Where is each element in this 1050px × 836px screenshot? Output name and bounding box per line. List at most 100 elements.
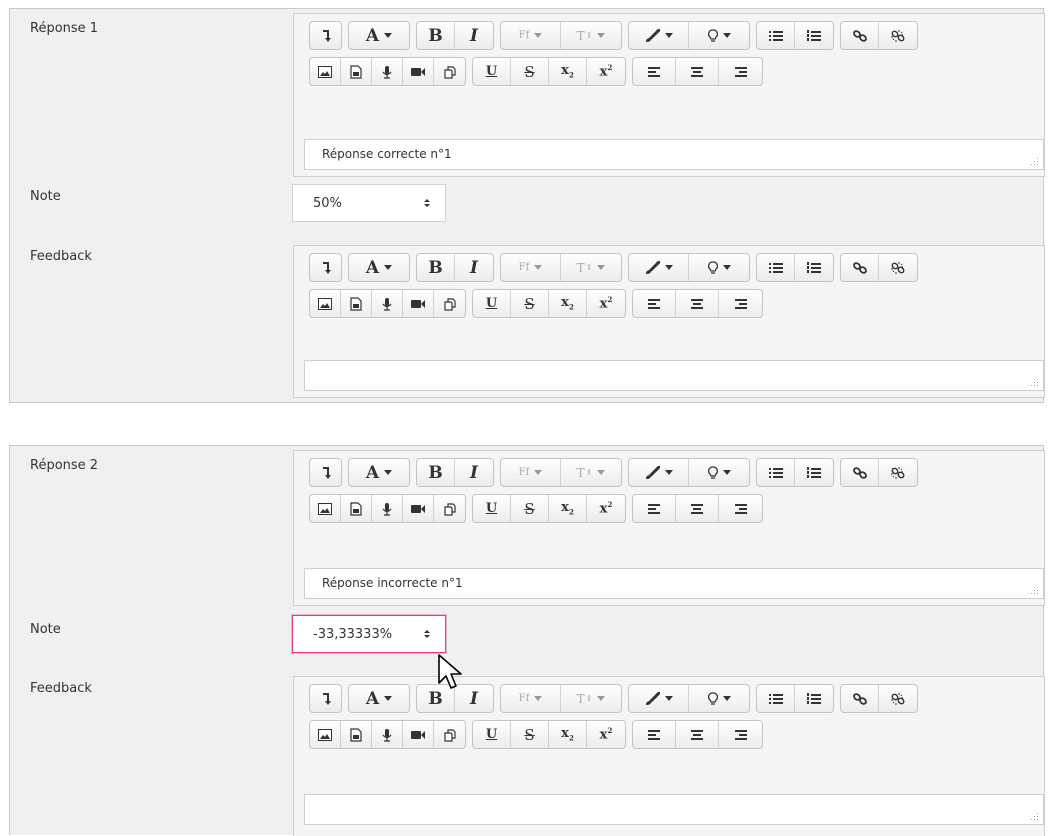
- style-button[interactable]: [629, 459, 689, 486]
- strikethrough-button[interactable]: S: [511, 290, 549, 317]
- unordered-list-button[interactable]: [757, 22, 795, 49]
- align-right-button[interactable]: [719, 721, 762, 748]
- superscript-button[interactable]: x2: [587, 721, 625, 748]
- unordered-list-button[interactable]: [757, 459, 795, 486]
- bold-button[interactable]: B: [417, 254, 455, 281]
- collapse-button[interactable]: [310, 685, 341, 712]
- grade-select[interactable]: -33,33333%: [292, 615, 446, 653]
- font-size-button[interactable]: T ⇕: [561, 459, 621, 486]
- underline-button[interactable]: U: [473, 58, 511, 85]
- manage-files-button[interactable]: [434, 58, 465, 85]
- subscript-button[interactable]: x2: [549, 495, 587, 522]
- resize-grip-icon[interactable]: [1030, 812, 1039, 821]
- collapse-button[interactable]: [310, 22, 341, 49]
- link-button[interactable]: [841, 685, 879, 712]
- image-button[interactable]: [310, 290, 341, 317]
- record-audio-button[interactable]: [372, 495, 403, 522]
- style-button[interactable]: [629, 254, 689, 281]
- font-color-button[interactable]: A: [349, 459, 409, 486]
- font-family-button[interactable]: Ff: [501, 22, 561, 49]
- resize-grip-icon[interactable]: [1030, 586, 1039, 595]
- superscript-button[interactable]: x2: [587, 290, 625, 317]
- font-family-button[interactable]: Ff: [501, 685, 561, 712]
- image-button[interactable]: [310, 721, 341, 748]
- font-color-button[interactable]: A: [349, 254, 409, 281]
- media-button[interactable]: [341, 721, 372, 748]
- record-audio-button[interactable]: [372, 290, 403, 317]
- ordered-list-button[interactable]: [795, 685, 833, 712]
- grade-select[interactable]: 50%: [292, 184, 446, 222]
- bold-button[interactable]: B: [417, 459, 455, 486]
- tip-button[interactable]: [689, 685, 749, 712]
- image-button[interactable]: [310, 58, 341, 85]
- font-size-button[interactable]: T ⇕: [561, 22, 621, 49]
- media-button[interactable]: [341, 58, 372, 85]
- answer-text-area[interactable]: Réponse incorrecte n°1: [304, 568, 1044, 599]
- align-left-button[interactable]: [633, 290, 676, 317]
- image-button[interactable]: [310, 495, 341, 522]
- align-center-button[interactable]: [676, 495, 719, 522]
- underline-button[interactable]: U: [473, 721, 511, 748]
- link-button[interactable]: [841, 254, 879, 281]
- align-center-button[interactable]: [676, 58, 719, 85]
- style-button[interactable]: [629, 22, 689, 49]
- align-left-button[interactable]: [633, 721, 676, 748]
- tip-button[interactable]: [689, 254, 749, 281]
- record-video-button[interactable]: [403, 721, 434, 748]
- feedback-text-area[interactable]: [304, 360, 1044, 391]
- superscript-button[interactable]: x2: [587, 58, 625, 85]
- strikethrough-button[interactable]: S: [511, 58, 549, 85]
- link-button[interactable]: [841, 22, 879, 49]
- strikethrough-button[interactable]: S: [511, 495, 549, 522]
- style-button[interactable]: [629, 685, 689, 712]
- italic-button[interactable]: I: [455, 459, 493, 486]
- ordered-list-button[interactable]: [795, 459, 833, 486]
- record-video-button[interactable]: [403, 495, 434, 522]
- align-center-button[interactable]: [676, 721, 719, 748]
- align-center-button[interactable]: [676, 290, 719, 317]
- strikethrough-button[interactable]: S: [511, 721, 549, 748]
- record-audio-button[interactable]: [372, 58, 403, 85]
- align-right-button[interactable]: [719, 495, 762, 522]
- link-button[interactable]: [841, 459, 879, 486]
- font-family-button[interactable]: Ff: [501, 254, 561, 281]
- unlink-button[interactable]: [879, 459, 917, 486]
- subscript-button[interactable]: x2: [549, 290, 587, 317]
- font-size-button[interactable]: T ⇕: [561, 254, 621, 281]
- align-left-button[interactable]: [633, 495, 676, 522]
- unordered-list-button[interactable]: [757, 685, 795, 712]
- feedback-text-area[interactable]: [304, 794, 1044, 825]
- font-color-button[interactable]: A: [349, 22, 409, 49]
- align-right-button[interactable]: [719, 58, 762, 85]
- ordered-list-button[interactable]: [795, 254, 833, 281]
- ordered-list-button[interactable]: [795, 22, 833, 49]
- unlink-button[interactable]: [879, 254, 917, 281]
- manage-files-button[interactable]: [434, 290, 465, 317]
- font-size-button[interactable]: T ⇕: [561, 685, 621, 712]
- align-left-button[interactable]: [633, 58, 676, 85]
- font-family-button[interactable]: Ff: [501, 459, 561, 486]
- manage-files-button[interactable]: [434, 495, 465, 522]
- subscript-button[interactable]: x2: [549, 58, 587, 85]
- subscript-button[interactable]: x2: [549, 721, 587, 748]
- bold-button[interactable]: B: [417, 22, 455, 49]
- align-right-button[interactable]: [719, 290, 762, 317]
- manage-files-button[interactable]: [434, 721, 465, 748]
- unlink-button[interactable]: [879, 685, 917, 712]
- italic-button[interactable]: I: [455, 254, 493, 281]
- italic-button[interactable]: I: [455, 22, 493, 49]
- tip-button[interactable]: [689, 22, 749, 49]
- superscript-button[interactable]: x2: [587, 495, 625, 522]
- unlink-button[interactable]: [879, 22, 917, 49]
- font-color-button[interactable]: A: [349, 685, 409, 712]
- underline-button[interactable]: U: [473, 495, 511, 522]
- resize-grip-icon[interactable]: [1030, 378, 1039, 387]
- resize-grip-icon[interactable]: [1030, 157, 1039, 166]
- unordered-list-button[interactable]: [757, 254, 795, 281]
- media-button[interactable]: [341, 495, 372, 522]
- record-video-button[interactable]: [403, 290, 434, 317]
- answer-text-area[interactable]: Réponse correcte n°1: [304, 139, 1044, 170]
- collapse-button[interactable]: [310, 459, 341, 486]
- record-video-button[interactable]: [403, 58, 434, 85]
- underline-button[interactable]: U: [473, 290, 511, 317]
